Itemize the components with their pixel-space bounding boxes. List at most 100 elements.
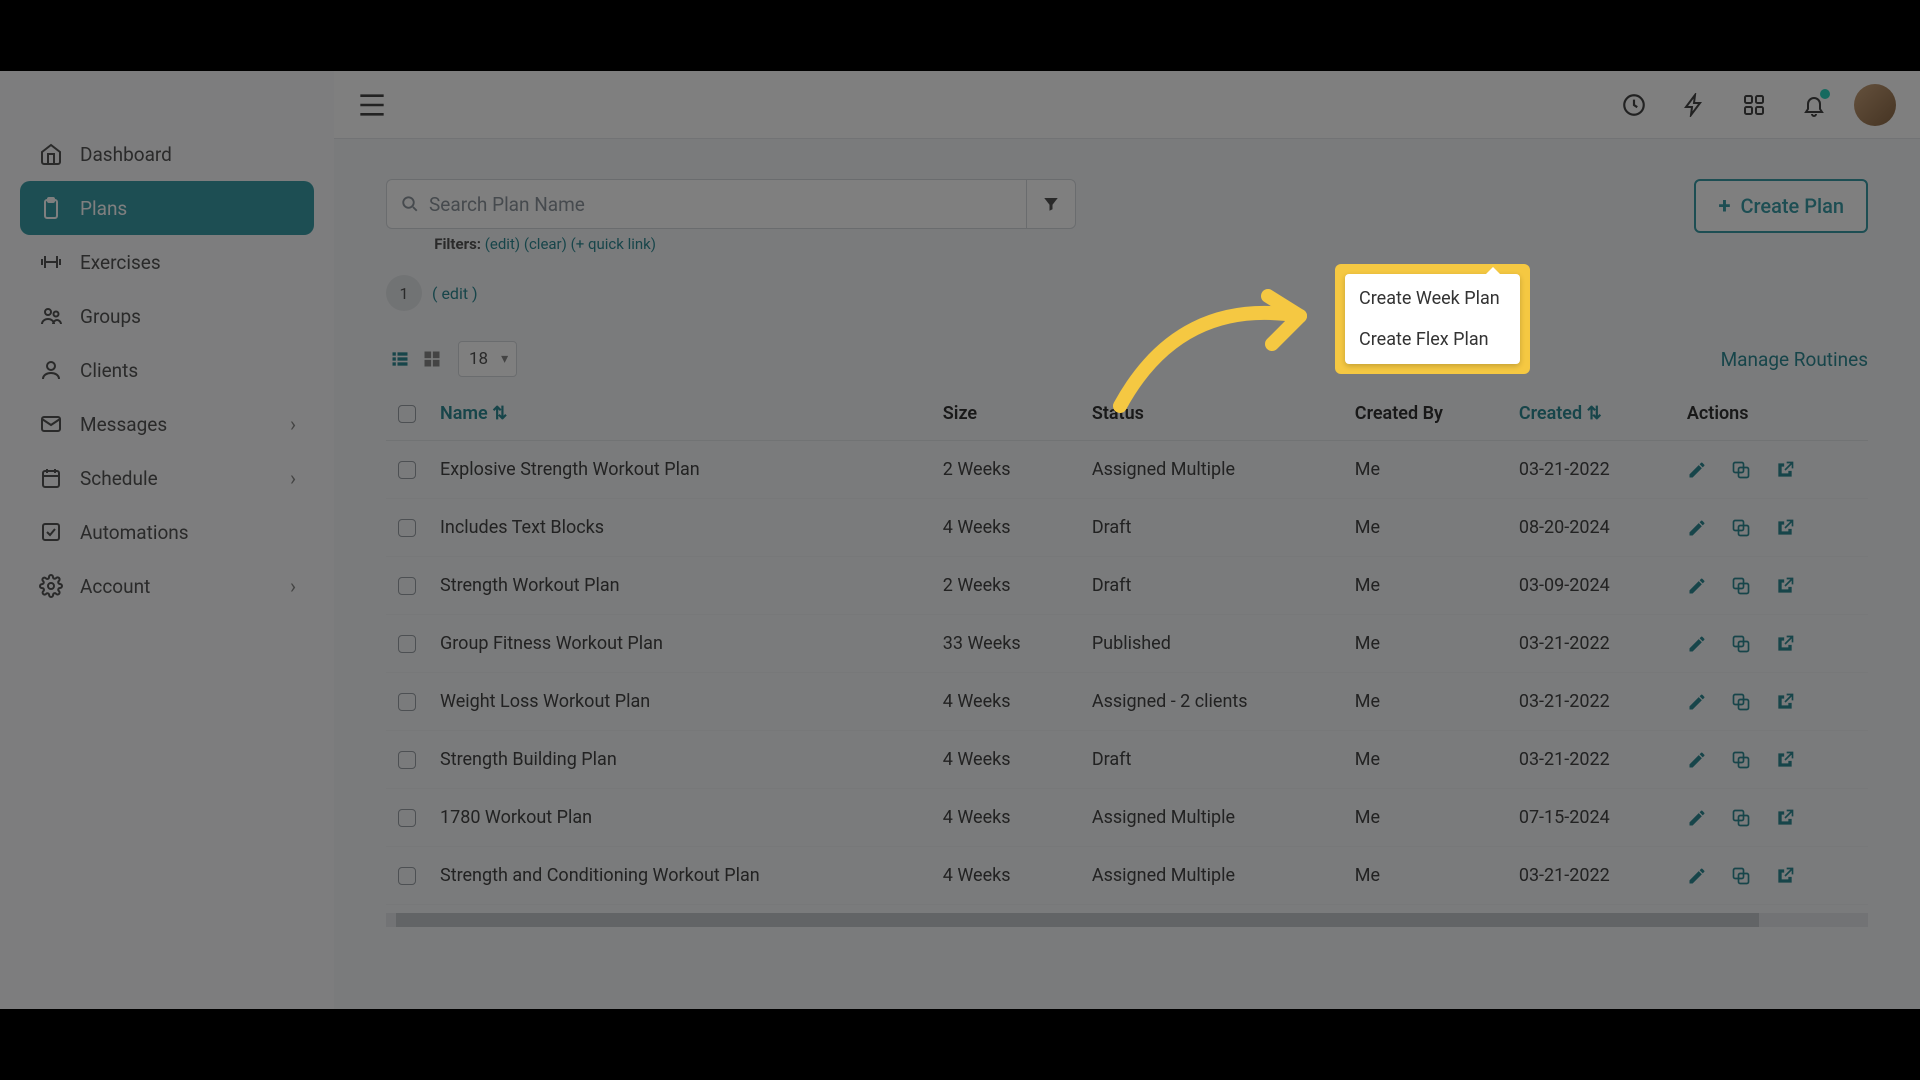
- col-name[interactable]: Name ⇅: [428, 387, 931, 441]
- search-input[interactable]: Search Plan Name: [386, 179, 1026, 229]
- edit-icon[interactable]: [1687, 576, 1707, 596]
- cell-name[interactable]: Explosive Strength Workout Plan: [428, 441, 931, 499]
- cell-name[interactable]: Strength Building Plan: [428, 731, 931, 789]
- external-link-icon[interactable]: [1775, 750, 1795, 770]
- table-row: Strength Workout Plan2 WeeksDraftMe03-09…: [386, 557, 1868, 615]
- sidebar-item-schedule[interactable]: Schedule ›: [20, 451, 314, 505]
- copy-icon[interactable]: [1731, 460, 1751, 480]
- cell-status: Published: [1080, 615, 1343, 673]
- filters-line: Filters: (edit) (clear) (+ quick link): [386, 235, 1076, 253]
- external-link-icon[interactable]: [1775, 518, 1795, 538]
- copy-icon[interactable]: [1731, 576, 1751, 596]
- cell-created-by: Me: [1343, 557, 1507, 615]
- scrollbar-thumb[interactable]: [396, 913, 1759, 927]
- external-link-icon[interactable]: [1775, 634, 1795, 654]
- edit-icon[interactable]: [1687, 808, 1707, 828]
- calendar-icon: [38, 465, 64, 491]
- cell-name[interactable]: Strength and Conditioning Workout Plan: [428, 847, 931, 905]
- row-checkbox[interactable]: [398, 693, 416, 711]
- copy-icon[interactable]: [1731, 866, 1751, 886]
- horizontal-scrollbar[interactable]: [386, 913, 1868, 927]
- sidebar-item-label: Clients: [80, 359, 138, 382]
- external-link-icon[interactable]: [1775, 692, 1795, 712]
- create-plan-button[interactable]: + Create Plan: [1694, 179, 1868, 233]
- row-checkbox[interactable]: [398, 751, 416, 769]
- clock-icon[interactable]: [1614, 85, 1654, 125]
- envelope-icon: [38, 411, 64, 437]
- external-link-icon[interactable]: [1775, 576, 1795, 596]
- sidebar-item-exercises[interactable]: Exercises: [20, 235, 314, 289]
- dropdown-item-week-plan[interactable]: Create Week Plan: [1345, 278, 1520, 319]
- sidebar-item-label: Automations: [80, 521, 189, 544]
- dropdown-item-flex-plan[interactable]: Create Flex Plan: [1345, 319, 1520, 360]
- cell-created-by: Me: [1343, 789, 1507, 847]
- row-checkbox[interactable]: [398, 809, 416, 827]
- avatar[interactable]: [1854, 84, 1896, 126]
- external-link-icon[interactable]: [1775, 866, 1795, 886]
- cell-name[interactable]: Group Fitness Workout Plan: [428, 615, 931, 673]
- cell-name[interactable]: 1780 Workout Plan: [428, 789, 931, 847]
- lightning-icon[interactable]: [1674, 85, 1714, 125]
- edit-icon[interactable]: [1687, 866, 1707, 886]
- cell-status: Draft: [1080, 731, 1343, 789]
- sidebar-item-messages[interactable]: Messages ›: [20, 397, 314, 451]
- checkbox-all[interactable]: [398, 405, 416, 423]
- sidebar-item-groups[interactable]: Groups: [20, 289, 314, 343]
- external-link-icon[interactable]: [1775, 808, 1795, 828]
- sidebar-item-clients[interactable]: Clients: [20, 343, 314, 397]
- filters-edit-link[interactable]: (edit): [485, 235, 520, 253]
- copy-icon[interactable]: [1731, 634, 1751, 654]
- cell-size: 2 Weeks: [931, 441, 1080, 499]
- sidebar-item-dashboard[interactable]: Dashboard: [20, 127, 314, 181]
- sidebar-item-label: Exercises: [80, 251, 161, 274]
- cell-created: 03-21-2022: [1507, 731, 1675, 789]
- tag-edit-link[interactable]: ( edit ): [432, 284, 478, 303]
- filters-quicklink[interactable]: (+ quick link): [571, 235, 656, 253]
- cell-name[interactable]: Strength Workout Plan: [428, 557, 931, 615]
- filter-button[interactable]: [1026, 179, 1076, 229]
- edit-icon[interactable]: [1687, 634, 1707, 654]
- filters-clear-link[interactable]: (clear): [524, 235, 567, 253]
- cell-created-by: Me: [1343, 615, 1507, 673]
- row-checkbox[interactable]: [398, 867, 416, 885]
- clipboard-icon: [38, 195, 64, 221]
- col-created-by: Created By: [1343, 387, 1507, 441]
- row-checkbox[interactable]: [398, 461, 416, 479]
- cell-created: 03-21-2022: [1507, 673, 1675, 731]
- cell-size: 4 Weeks: [931, 673, 1080, 731]
- edit-icon[interactable]: [1687, 460, 1707, 480]
- manage-routines-link[interactable]: Manage Routines: [1721, 348, 1868, 371]
- col-created[interactable]: Created ⇅: [1507, 387, 1675, 441]
- row-checkbox[interactable]: [398, 519, 416, 537]
- bell-icon[interactable]: [1794, 85, 1834, 125]
- cell-name[interactable]: Includes Text Blocks: [428, 499, 931, 557]
- copy-icon[interactable]: [1731, 518, 1751, 538]
- copy-icon[interactable]: [1731, 750, 1751, 770]
- cell-created: 03-21-2022: [1507, 441, 1675, 499]
- row-checkbox[interactable]: [398, 635, 416, 653]
- edit-icon[interactable]: [1687, 692, 1707, 712]
- table-row: Group Fitness Workout Plan33 WeeksPublis…: [386, 615, 1868, 673]
- copy-icon[interactable]: [1731, 692, 1751, 712]
- sidebar-item-plans[interactable]: Plans: [20, 181, 314, 235]
- view-grid-button[interactable]: [418, 345, 446, 373]
- letterbox-bottom: [0, 1009, 1920, 1080]
- sidebar-item-account[interactable]: Account ›: [20, 559, 314, 613]
- edit-icon[interactable]: [1687, 750, 1707, 770]
- copy-icon[interactable]: [1731, 808, 1751, 828]
- cell-name[interactable]: Weight Loss Workout Plan: [428, 673, 931, 731]
- hamburger-icon[interactable]: [358, 93, 388, 117]
- pagesize-select[interactable]: 18: [458, 341, 517, 377]
- apps-grid-icon[interactable]: [1734, 85, 1774, 125]
- sidebar-item-label: Groups: [80, 305, 141, 328]
- sidebar-item-label: Schedule: [80, 467, 158, 490]
- cell-created: 08-20-2024: [1507, 499, 1675, 557]
- view-list-button[interactable]: [386, 345, 414, 373]
- edit-icon[interactable]: [1687, 518, 1707, 538]
- col-size: Size: [931, 387, 1080, 441]
- row-checkbox[interactable]: [398, 577, 416, 595]
- sidebar-item-automations[interactable]: Automations: [20, 505, 314, 559]
- tag-count[interactable]: 1: [386, 275, 422, 311]
- main-panel: Search Plan Name Filters: (edit) (clear)…: [334, 71, 1920, 1009]
- external-link-icon[interactable]: [1775, 460, 1795, 480]
